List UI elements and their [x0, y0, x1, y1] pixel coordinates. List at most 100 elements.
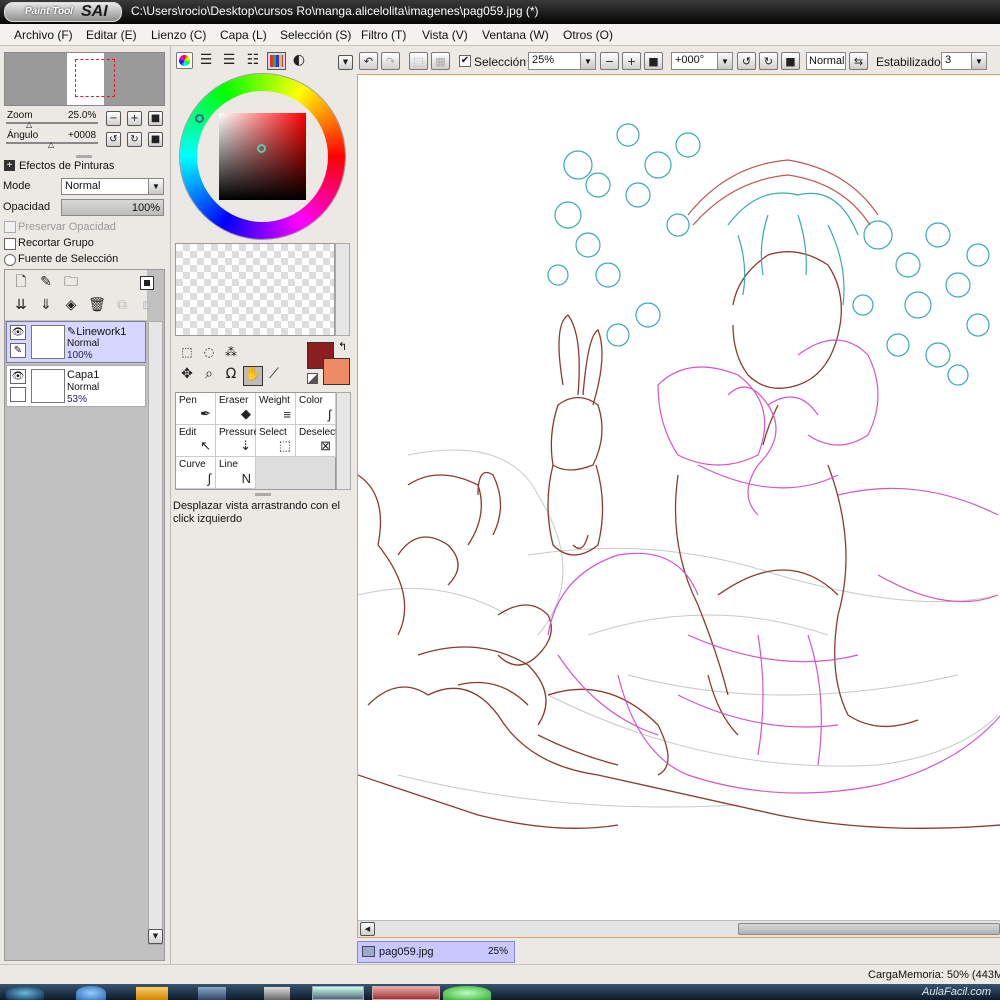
toolbar-zoom-in-button[interactable]: +	[622, 52, 641, 70]
canvas-area[interactable]	[357, 74, 1000, 938]
swap-colors-icon[interactable]: ↰	[338, 340, 347, 353]
tool-weight[interactable]: Weight ≡	[256, 393, 296, 425]
rgb-slider-tab-icon[interactable]: ☰	[197, 52, 215, 70]
toolbar-rotate-left-button[interactable]: ↺	[737, 52, 756, 70]
clip-group-checkbox[interactable]	[4, 238, 16, 250]
menu-capa[interactable]: Capa (L)	[220, 28, 267, 42]
visibility-eye-icon[interactable]: 👁	[10, 325, 26, 340]
selection-checkbox[interactable]: ✔	[459, 55, 471, 67]
preserve-opacity-checkbox[interactable]	[4, 221, 16, 233]
toolbar-zoom-reset-button[interactable]: ■	[644, 52, 663, 70]
taskbar-app-icon-5[interactable]	[443, 986, 491, 1000]
tool-select[interactable]: Select ⬚	[256, 425, 296, 457]
trash-icon[interactable]: 🗑	[88, 297, 106, 315]
layer-lock-box[interactable]	[10, 387, 26, 402]
deselect-button[interactable]: ⬚	[409, 52, 428, 70]
tool-eraser[interactable]: Eraser ◆	[216, 393, 256, 425]
tool-splitter[interactable]	[255, 493, 271, 496]
tool-grid-scrollbar[interactable]	[336, 392, 351, 490]
zoom-reset-button[interactable]: ■	[148, 111, 163, 126]
scroll-left-button[interactable]: ◀	[360, 922, 375, 936]
delete-mask-icon[interactable]: ⧈	[138, 297, 156, 315]
taskbar-app-icon-4[interactable]	[372, 986, 440, 1000]
angle-slider-thumb[interactable]: △	[48, 140, 54, 149]
folder-icon[interactable]	[136, 987, 168, 1000]
hsv-slider-tab-icon[interactable]: ☰	[220, 52, 238, 70]
lasso-icon[interactable]: ◌	[200, 344, 218, 362]
linework-pen-icon[interactable]: ✎	[10, 343, 26, 358]
hand-icon[interactable]: ✋	[243, 366, 263, 386]
tool-pen[interactable]: Pen ✒	[176, 393, 216, 425]
angle-select[interactable]: +000° ▼	[671, 52, 733, 70]
zoom-select[interactable]: 25% ▼	[528, 52, 596, 70]
taskbar-app-icon-3[interactable]	[312, 986, 364, 1000]
flip-view-button[interactable]: ⇆	[849, 52, 868, 70]
zoom-slider-thumb[interactable]: △	[26, 120, 32, 129]
new-layer-icon[interactable]: 🗋	[12, 274, 30, 292]
menu-archivo[interactable]: Archivo (F)	[14, 28, 73, 42]
swatches-tab-icon[interactable]	[267, 52, 286, 70]
rotate-view-icon[interactable]: Ω	[222, 366, 240, 384]
opacity-slider[interactable]: 100%	[61, 199, 164, 216]
canvas-horizontal-scrollbar[interactable]: ◀	[358, 920, 1000, 937]
toolbar-rotate-reset-button[interactable]: ■	[781, 52, 800, 70]
magic-wand-icon[interactable]: ⁂	[222, 344, 240, 362]
zoom-in-button[interactable]: +	[127, 111, 142, 126]
transparent-color-icon[interactable]	[307, 373, 318, 384]
layer-list-scrollbar[interactable]	[148, 321, 163, 945]
scratchpad-tab-icon[interactable]: ◐	[290, 52, 308, 70]
stabilizer-select[interactable]: 3 ▼	[941, 52, 987, 70]
color-scratchpad[interactable]	[175, 243, 335, 336]
selection-source-radio[interactable]	[4, 254, 16, 266]
effects-label[interactable]: Efectos de Pinturas	[19, 160, 114, 172]
browser-icon[interactable]	[76, 986, 106, 1000]
tool-pressure[interactable]: Pressure ⇣	[216, 425, 259, 457]
expand-plus-icon[interactable]: +	[4, 160, 15, 171]
tool-line[interactable]: Line N	[216, 457, 256, 489]
transfer-down-icon[interactable]: ⇊	[12, 297, 30, 315]
visibility-eye-icon[interactable]: 👁	[10, 369, 26, 384]
toolbar-rotate-right-button[interactable]: ↻	[759, 52, 778, 70]
tool-edit[interactable]: Edit ↖	[176, 425, 216, 457]
panel-collapse-icon[interactable]: ▼	[338, 55, 353, 70]
toolbar-zoom-out-button[interactable]: −	[600, 52, 619, 70]
zoom-magnifier-icon[interactable]: ⌕	[200, 366, 218, 384]
menu-otros[interactable]: Otros (O)	[563, 28, 613, 42]
start-orb-icon[interactable]	[6, 986, 44, 1000]
clear-layer-icon[interactable]: ◈	[62, 297, 80, 315]
navigator-preview[interactable]	[4, 52, 165, 106]
blend-mode-select[interactable]: Normal ▼	[61, 178, 164, 195]
tool-curve[interactable]: Curve ∫	[176, 457, 216, 489]
color-wheel-tab[interactable]	[176, 52, 193, 69]
layer-item-linework1[interactable]: 👁 ✎ ✎Linework1 Normal 100%	[6, 321, 146, 363]
rotate-left-button[interactable]: ↺	[106, 132, 121, 147]
mixer-tab-icon[interactable]: ☷	[244, 52, 262, 70]
rotate-right-button[interactable]: ↻	[127, 132, 142, 147]
navigator-view-rect[interactable]	[75, 59, 115, 97]
taskbar-app-icon[interactable]	[198, 987, 226, 1000]
scratchpad-scrollbar[interactable]	[335, 243, 350, 336]
apply-mask-icon[interactable]: ⧉	[113, 297, 131, 315]
layer-mask-icon[interactable]	[140, 276, 154, 290]
taskbar-app-icon-2[interactable]	[264, 987, 290, 1000]
new-linework-layer-icon[interactable]: ✎	[37, 274, 55, 292]
menu-vista[interactable]: Vista (V)	[422, 28, 468, 42]
menu-ventana[interactable]: Ventana (W)	[482, 28, 549, 42]
hue-cursor[interactable]	[195, 114, 204, 123]
panel-splitter[interactable]	[76, 155, 92, 158]
eyedropper-icon[interactable]: ⟋	[265, 366, 283, 384]
secondary-color-swatch[interactable]	[323, 358, 350, 385]
tool-deselect[interactable]: Deselect ⊠	[296, 425, 338, 457]
merge-down-icon[interactable]: ⇓	[37, 297, 55, 315]
menu-lienzo[interactable]: Lienzo (C)	[151, 28, 206, 42]
scrollbar-thumb[interactable]	[738, 923, 1000, 935]
view-blend-select[interactable]: Normal	[806, 52, 846, 70]
invert-selection-button[interactable]: ▦	[431, 52, 450, 70]
menu-editar[interactable]: Editar (E)	[86, 28, 137, 42]
undo-button[interactable]: ↶	[359, 52, 378, 70]
saturation-value-square[interactable]	[219, 113, 306, 200]
menu-filtro[interactable]: Filtro (T)	[361, 28, 406, 42]
menu-seleccion[interactable]: Selección (S)	[280, 28, 351, 42]
layer-item-capa1[interactable]: 👁 Capa1 Normal 53%	[6, 365, 146, 407]
zoom-out-button[interactable]: −	[106, 111, 121, 126]
